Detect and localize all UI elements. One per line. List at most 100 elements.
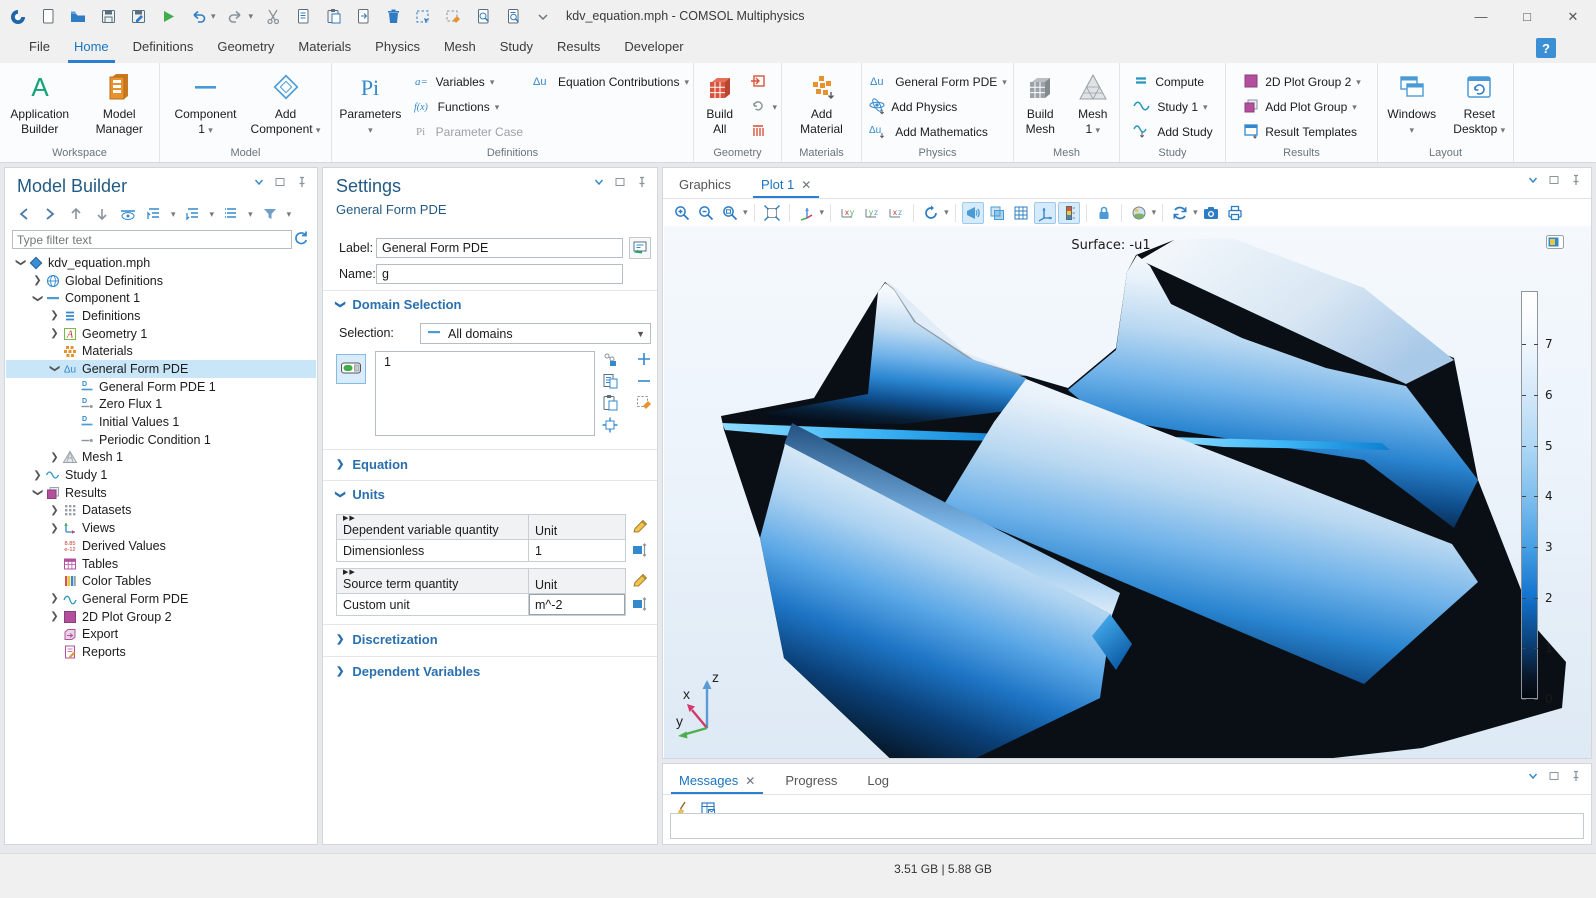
chevron-down-icon[interactable]: ▾ [743, 207, 748, 218]
customize-toolbar-icon[interactable] [533, 7, 553, 27]
menu-tab-file[interactable]: File [17, 33, 62, 63]
update-plot-button[interactable] [1169, 202, 1191, 224]
expand-arrow[interactable]: ❯ [48, 310, 61, 321]
ribbon-button-add-study[interactable]: Add Study [1132, 121, 1212, 143]
unit-edit-cell[interactable]: m^-2 [529, 594, 625, 615]
go-to-view-button[interactable] [796, 202, 818, 224]
section-dependent-variables[interactable]: ❯ Dependent Variables [336, 664, 480, 679]
save-as-icon[interactable] [128, 7, 148, 27]
zoom-box-button[interactable] [719, 202, 741, 224]
add-to-selection-button[interactable] [635, 351, 653, 369]
float-panel-icon[interactable] [1548, 174, 1560, 186]
ribbon-button-import[interactable] [749, 71, 777, 93]
messages-tab-log[interactable]: Log [865, 767, 891, 794]
ribbon-button-component[interactable]: Component1 ▾ [167, 69, 245, 138]
ribbon-button-general-form-pde[interactable]: ΔuGeneral Form PDE▾ [868, 71, 1007, 93]
tree-node-definitions[interactable]: ❯Definitions [6, 307, 316, 325]
tree-node-kdv_equation-mph[interactable]: ❯kdv_equation.mph [6, 254, 316, 272]
tree-node-general-form-pde[interactable]: ❯ΔuGeneral Form PDE [6, 360, 316, 378]
menu-tab-study[interactable]: Study [488, 33, 545, 63]
expand-arrow[interactable]: ❯ [49, 362, 60, 375]
tree-node-export[interactable]: Export [6, 625, 316, 643]
zoom-in-button[interactable] [671, 202, 693, 224]
new-file-icon[interactable] [38, 7, 58, 27]
move-up-button[interactable] [67, 205, 85, 223]
table-row[interactable]: Custom unit m^-2 [337, 594, 625, 615]
environment-button[interactable] [1128, 202, 1150, 224]
ribbon-button-model[interactable]: ModelManager [81, 69, 159, 137]
tree-node-results[interactable]: ❯Results [6, 484, 316, 502]
pin-panel-icon[interactable] [1569, 770, 1581, 782]
tree-node-general-form-pde-1[interactable]: DGeneral Form PDE 1 [6, 378, 316, 396]
show-button[interactable] [119, 205, 137, 223]
expand-arrow[interactable]: ❯ [32, 292, 43, 305]
messages-tab-progress[interactable]: Progress [783, 767, 839, 794]
paste-icon[interactable] [323, 7, 343, 27]
tree-node-datasets[interactable]: ❯Datasets [6, 502, 316, 520]
menu-tab-geometry[interactable]: Geometry [205, 33, 286, 63]
tree-node-zero-flux-1[interactable]: DZero Flux 1 [6, 396, 316, 414]
menu-tab-definitions[interactable]: Definitions [121, 33, 206, 63]
view-xy-button[interactable]: xy [837, 202, 859, 224]
view-yz-button[interactable]: yz [861, 202, 883, 224]
remove-from-selection-button[interactable] [635, 373, 653, 391]
search-results-icon[interactable] [503, 7, 523, 27]
rotate-button[interactable] [920, 202, 942, 224]
menu-tab-home[interactable]: Home [62, 33, 121, 63]
chevron-down-icon[interactable]: ▾ [1193, 207, 1198, 218]
rename-button[interactable] [629, 237, 651, 259]
source-term-quantity-table[interactable]: ▶▶Source term quantity Unit Custom unit … [336, 568, 626, 616]
panel-menu-icon[interactable] [593, 176, 605, 188]
print-button[interactable] [1224, 202, 1246, 224]
messages-output[interactable] [670, 813, 1584, 839]
ribbon-button-add-mathematics[interactable]: ΔuAdd Mathematics [868, 121, 1007, 143]
ribbon-button-build[interactable]: BuildMesh [1015, 69, 1066, 137]
copy-icon[interactable] [293, 7, 313, 27]
close-tab-icon[interactable]: ✕ [745, 774, 755, 788]
menu-tab-materials[interactable]: Materials [286, 33, 363, 63]
zoom-out-button[interactable] [695, 202, 717, 224]
create-selection-button[interactable] [601, 351, 619, 369]
maximize-button[interactable]: □ [1504, 0, 1550, 33]
redo-icon[interactable] [226, 7, 246, 27]
nav-forward-button[interactable] [41, 205, 59, 223]
graphics-tab-plot-1[interactable]: Plot 1✕ [759, 171, 813, 198]
nav-back-button[interactable] [15, 205, 33, 223]
pin-panel-icon[interactable] [1569, 174, 1581, 186]
list-item[interactable]: 1 [376, 352, 594, 372]
run-icon[interactable] [158, 7, 178, 27]
ribbon-button-windows[interactable]: Windows ▾ [1379, 69, 1445, 138]
undo-icon[interactable] [188, 7, 208, 27]
selection-dropdown[interactable]: All domains ▼ [420, 323, 651, 344]
menu-tab-developer[interactable]: Developer [612, 33, 695, 63]
plot-area[interactable]: Surface: -u1 [664, 226, 1591, 758]
tree-node-periodic-condition-1[interactable]: Periodic Condition 1 [6, 431, 316, 449]
undo-dropdown[interactable]: ▾ [211, 11, 216, 22]
section-units[interactable]: ❯ Units [336, 487, 385, 502]
image-snapshot-button[interactable] [1200, 202, 1222, 224]
move-down-button[interactable] [93, 205, 111, 223]
expand-arrow[interactable]: ❯ [32, 486, 43, 499]
ribbon-button-result-templates[interactable]: Result Templates [1242, 121, 1361, 143]
ribbon-button-functions[interactable]: f(x)Functions▾ [413, 96, 523, 118]
scene-light-button[interactable] [962, 202, 984, 224]
close-button[interactable]: ✕ [1550, 0, 1596, 33]
expand-branch-button[interactable] [184, 205, 202, 223]
tree-node-views[interactable]: ❯Views [6, 519, 316, 537]
expand-arrow[interactable]: ❯ [48, 611, 61, 622]
tree-node-2d-plot-group-2[interactable]: ❯2D Plot Group 2 [6, 608, 316, 626]
ribbon-button-add-physics[interactable]: Add Physics [868, 96, 1007, 118]
float-panel-icon[interactable] [1548, 770, 1560, 782]
axis-orientation-button[interactable] [1034, 202, 1056, 224]
expand-arrow[interactable]: ❯ [31, 470, 44, 481]
table-row[interactable]: Dimensionless 1 [337, 540, 625, 561]
expand-arrow[interactable]: ❯ [15, 256, 26, 269]
section-equation[interactable]: ❯ Equation [336, 457, 408, 472]
ribbon-button-2d-plot-group-2[interactable]: 2D Plot Group 2▾ [1242, 71, 1361, 93]
select-box-icon[interactable] [413, 7, 433, 27]
delete-icon[interactable] [383, 7, 403, 27]
dependent-variable-quantity-table[interactable]: ▶▶Dependent variable quantity Unit Dimen… [336, 514, 626, 562]
minimize-button[interactable]: — [1458, 0, 1504, 33]
color-legend-button[interactable] [1058, 202, 1080, 224]
plot-thumbnail-icon[interactable] [1545, 234, 1565, 255]
